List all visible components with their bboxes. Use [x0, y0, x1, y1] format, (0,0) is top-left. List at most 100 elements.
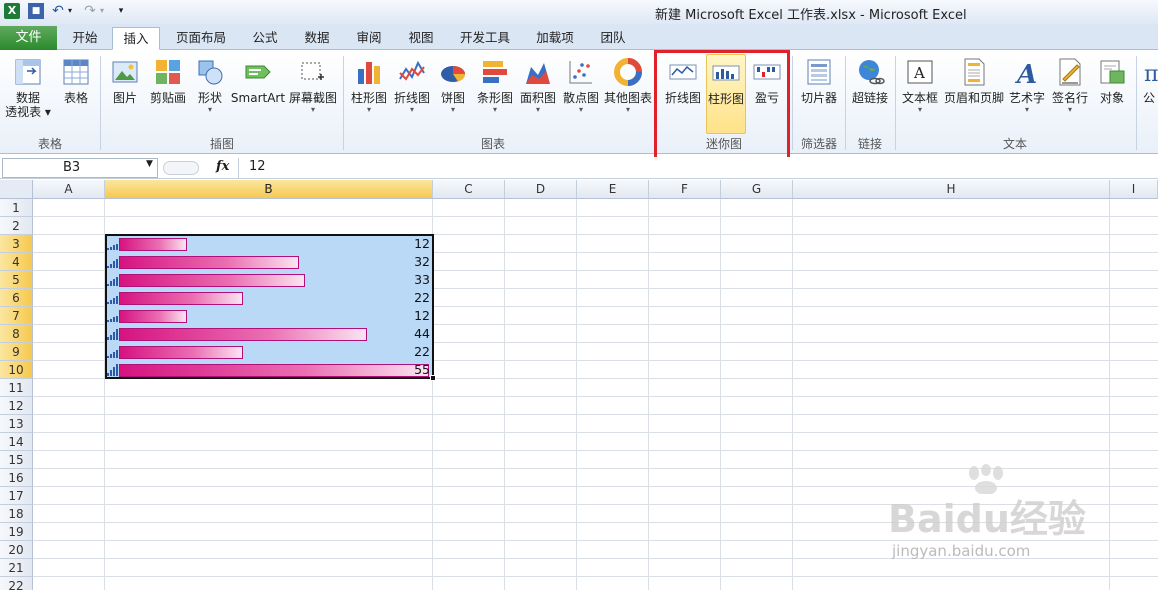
row-header[interactable]: 18 [0, 505, 33, 523]
textbox-button[interactable]: A 文本框 ▾ [898, 54, 942, 136]
tab-data[interactable]: 数据 [296, 27, 338, 50]
cell-value-b6[interactable]: 22 [350, 289, 430, 307]
smartart-button[interactable]: SmartArt [230, 54, 286, 136]
formula-input[interactable]: 12 [238, 158, 1156, 178]
line-chart-button[interactable]: 折线图 ▾ [391, 54, 433, 136]
column-header-b[interactable]: B [105, 180, 433, 199]
picture-button[interactable]: 图片 [106, 54, 144, 136]
fill-handle[interactable] [430, 375, 436, 381]
header-footer-button[interactable]: 页眉和页脚 [943, 54, 1005, 136]
column-header-h[interactable]: H [793, 180, 1110, 199]
bar-chart-icon [483, 61, 507, 83]
name-box[interactable]: B3 [2, 158, 158, 178]
row-header[interactable]: 22 [0, 577, 33, 590]
save-icon[interactable]: ■ [28, 3, 44, 19]
slicer-button[interactable]: 切片器 [796, 54, 842, 136]
hyperlink-button[interactable]: 超链接 [848, 54, 892, 136]
column-header-e[interactable]: E [577, 180, 649, 199]
scatter-chart-button[interactable]: 散点图 ▾ [560, 54, 602, 136]
row-header[interactable]: 2 [0, 217, 33, 235]
row-header[interactable]: 7 [0, 307, 33, 325]
row-header[interactable]: 21 [0, 559, 33, 577]
row-header[interactable]: 1 [0, 199, 33, 217]
tab-page-layout[interactable]: 页面布局 [166, 27, 236, 50]
other-charts-button[interactable]: 其他图表 ▾ [603, 54, 653, 136]
column-header-f[interactable]: F [649, 180, 721, 199]
tab-formulas[interactable]: 公式 [244, 27, 286, 50]
cell-value-b10[interactable]: 55 [350, 361, 430, 379]
tab-insert[interactable]: 插入 [112, 27, 160, 50]
row-header[interactable]: 9 [0, 343, 33, 361]
row-header[interactable]: 13 [0, 415, 33, 433]
tab-developer[interactable]: 开发工具 [452, 27, 518, 50]
row-header[interactable]: 8 [0, 325, 33, 343]
wordart-button[interactable]: A 艺术字 ▾ [1006, 54, 1048, 136]
row-header[interactable]: 12 [0, 397, 33, 415]
cell-value-b3[interactable]: 12 [350, 235, 430, 253]
svg-text:A: A [913, 64, 925, 82]
sparkline-mini-bar [107, 265, 109, 268]
name-box-dropdown-icon[interactable]: ▼ [146, 159, 153, 169]
column-header-g[interactable]: G [721, 180, 793, 199]
row-header[interactable]: 14 [0, 433, 33, 451]
watermark-url: jingyan.baidu.com [892, 542, 1031, 560]
row-header[interactable]: 15 [0, 451, 33, 469]
sparkline-mini-bar [107, 283, 109, 286]
group-separator [1136, 56, 1137, 150]
column-header-c[interactable]: C [433, 180, 505, 199]
customize-toolbar-icon[interactable]: ▾ [116, 3, 126, 19]
bar-chart-button[interactable]: 条形图 ▾ [474, 54, 516, 136]
tab-addins[interactable]: 加载项 [528, 27, 582, 50]
row-header[interactable]: 4 [0, 253, 33, 271]
redo-dropdown-icon[interactable]: ▾ [98, 3, 106, 19]
smartart-label: SmartArt [230, 91, 286, 105]
cell-value-b9[interactable]: 22 [350, 343, 430, 361]
cell-value-b5[interactable]: 33 [350, 271, 430, 289]
column-chart-dropdown-icon: ▾ [366, 105, 371, 114]
signature-line-button[interactable]: 签名行 ▾ [1049, 54, 1091, 136]
watermark-logo-text: Baidu经验 [888, 497, 1086, 541]
pie-chart-button[interactable]: 饼图 ▾ [434, 54, 472, 136]
pivot-table-button[interactable]: 数据 透视表 ▾ [4, 54, 52, 136]
tab-view[interactable]: 视图 [400, 27, 442, 50]
row-header[interactable]: 11 [0, 379, 33, 397]
redo-icon[interactable]: ↷ [82, 3, 98, 19]
row-header[interactable]: 5 [0, 271, 33, 289]
wordart-label: 艺术字 [1008, 91, 1045, 105]
column-header-i[interactable]: I [1110, 180, 1158, 199]
clipart-label: 剪贴画 [149, 91, 186, 105]
sparkline-mini-bar [110, 263, 112, 268]
tab-home[interactable]: 开始 [62, 27, 108, 50]
screenshot-button[interactable]: 屏幕截图 ▾ [288, 54, 338, 136]
tab-team[interactable]: 团队 [592, 27, 634, 50]
cell-value-b7[interactable]: 12 [350, 307, 430, 325]
cell-value-b8[interactable]: 44 [350, 325, 430, 343]
row-header[interactable]: 6 [0, 289, 33, 307]
area-chart-button[interactable]: 面积图 ▾ [517, 54, 559, 136]
row-header[interactable]: 16 [0, 469, 33, 487]
sparkline-mini-bar [116, 296, 118, 304]
row-header[interactable]: 19 [0, 523, 33, 541]
row-header[interactable]: 3 [0, 235, 33, 253]
object-button[interactable]: 对象 [1092, 54, 1132, 136]
column-header-a[interactable]: A [33, 180, 105, 199]
undo-dropdown-icon[interactable]: ▾ [66, 3, 74, 19]
pie-chart-label: 饼图 [440, 91, 465, 105]
formula-bar-expand-handle[interactable] [163, 161, 199, 175]
cell-value-b4[interactable]: 32 [350, 253, 430, 271]
row-header[interactable]: 20 [0, 541, 33, 559]
column-chart-button[interactable]: 柱形图 ▾ [348, 54, 390, 136]
column-header-d[interactable]: D [505, 180, 577, 199]
shapes-button[interactable]: 形状 ▾ [192, 54, 228, 136]
tab-file[interactable]: 文件 [0, 26, 57, 50]
excel-app-icon[interactable]: X [4, 3, 20, 19]
equation-button[interactable]: π 公 [1140, 54, 1158, 136]
row-header[interactable]: 10 [0, 361, 33, 379]
table-button[interactable]: 表格 [56, 54, 96, 136]
select-all-corner[interactable] [0, 180, 33, 199]
undo-icon[interactable]: ↶ [50, 3, 66, 19]
insert-function-icon[interactable]: fx [216, 159, 229, 174]
clipart-button[interactable]: 剪贴画 [146, 54, 190, 136]
tab-review[interactable]: 审阅 [348, 27, 390, 50]
row-header[interactable]: 17 [0, 487, 33, 505]
